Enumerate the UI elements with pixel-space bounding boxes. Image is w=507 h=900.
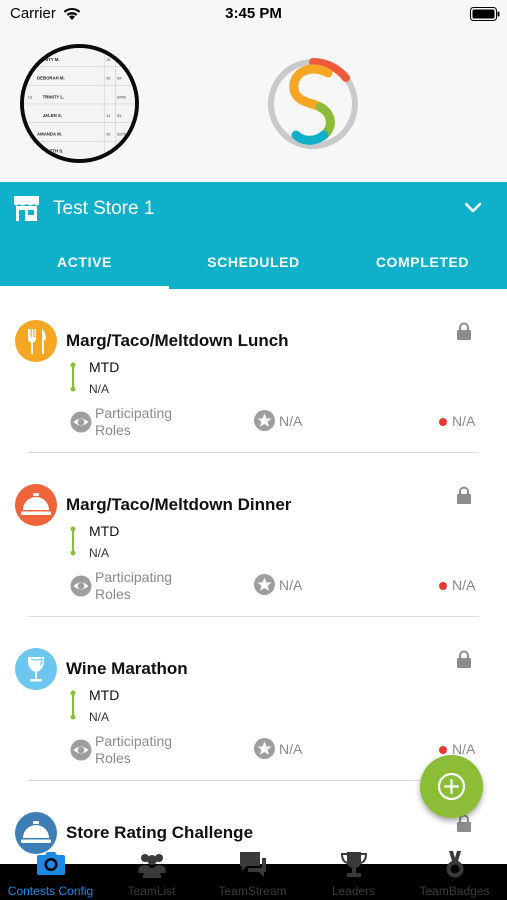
lock-icon <box>457 650 471 668</box>
contest-status: N/A <box>452 577 476 593</box>
nav-label: Leaders <box>331 884 376 898</box>
avatar-row-name: AMANDA M. <box>37 132 62 137</box>
eye-icon <box>70 739 92 761</box>
nav-contests-config[interactable]: Contests Config <box>0 852 101 900</box>
contest-reward: N/A <box>279 413 303 429</box>
contest-item[interactable]: Marg/Taco/Meltdown Lunch MTD N/A Partici… <box>0 289 507 453</box>
avatar-row-name: JALEN S. <box>43 113 62 118</box>
nav-label: TeamBadges <box>419 884 490 898</box>
avatar-row-name: DEBORAH M. <box>37 76 65 81</box>
tab-scheduled[interactable]: SCHEDULED <box>169 236 338 289</box>
brand-logo-icon <box>268 58 358 149</box>
avatar-row-value: $1 <box>117 113 121 118</box>
participating-roles[interactable]: Participating Roles <box>95 733 195 767</box>
status-dot <box>439 582 447 590</box>
contest-reward: N/A <box>279 741 303 757</box>
battery-icon <box>470 7 500 21</box>
contest-period: MTD <box>89 359 120 375</box>
store-name: Test Store 1 <box>53 198 155 219</box>
team-icon <box>138 854 166 878</box>
timeline-icon <box>70 362 76 392</box>
status-dot <box>439 418 447 426</box>
lock-icon <box>457 322 471 340</box>
star-icon <box>254 410 275 431</box>
status-bar: Carrier 3:45 PM <box>0 0 507 30</box>
plus-circle-icon <box>437 772 466 801</box>
avatar-row-value: $1 <box>117 57 121 62</box>
avatar-row-rank: 13 <box>28 94 32 99</box>
avatar-row-rank: 16 <box>106 76 110 81</box>
bottom-nav: Contests Config TeamList TeamStream Lead… <box>0 851 507 900</box>
service-bell-icon <box>15 812 57 854</box>
leaderboard-thumbnail: TRINITY M. DEBORAH M. TRINITY L. JALEN S… <box>24 48 135 159</box>
participating-roles[interactable]: Participating Roles <box>95 569 195 603</box>
store-selector[interactable]: Test Store 1 <box>0 182 507 236</box>
status-dot <box>439 746 447 754</box>
clock: 3:45 PM <box>225 5 282 22</box>
avatar-row-value: $450 <box>117 94 127 99</box>
contest-period: MTD <box>89 523 120 539</box>
avatar-row-name: TRINITY L. <box>43 94 65 99</box>
wine-glass-icon <box>15 648 57 690</box>
contest-title: Wine Marathon <box>66 659 188 678</box>
nav-label: TeamList <box>127 884 176 898</box>
service-bell-icon <box>15 484 57 526</box>
star-icon <box>254 738 275 759</box>
chevron-down-icon[interactable] <box>463 201 483 215</box>
contest-goal: N/A <box>89 710 110 724</box>
avatar[interactable]: TRINITY M. DEBORAH M. TRINITY L. JALEN S… <box>20 44 139 163</box>
contest-reward: N/A <box>279 577 303 593</box>
nav-teamstream[interactable]: TeamStream <box>202 852 303 900</box>
nav-label: Contests Config <box>7 884 94 898</box>
nav-leaders[interactable]: Leaders <box>303 852 404 900</box>
contest-title: Marg/Taco/Meltdown Lunch <box>66 331 289 350</box>
nav-label: TeamStream <box>218 884 287 898</box>
trophy-icon <box>340 852 368 877</box>
contest-title: Marg/Taco/Meltdown Dinner <box>66 495 292 514</box>
contest-goal: N/A <box>89 546 110 560</box>
add-contest-button[interactable] <box>420 755 483 818</box>
timeline-icon <box>70 526 76 556</box>
chat-icon <box>240 852 266 877</box>
avatar-row-name: BETH S. <box>46 148 63 153</box>
utensils-icon <box>15 320 57 362</box>
contest-period: MTD <box>89 687 120 703</box>
participating-roles[interactable]: Participating Roles <box>95 405 195 439</box>
contest-item[interactable]: Wine Marathon MTD N/A Participating Role… <box>0 617 507 781</box>
lock-icon <box>457 486 471 504</box>
star-icon <box>254 574 275 595</box>
contest-title: Store Rating Challenge <box>66 823 254 842</box>
camera-icon <box>37 852 65 875</box>
eye-icon <box>70 575 92 597</box>
tab-completed[interactable]: COMPLETED <box>338 236 507 289</box>
avatar-row-name: TRINITY M. <box>37 57 60 62</box>
badge-icon <box>446 851 464 878</box>
timeline-icon <box>70 690 76 720</box>
contest-tabs: ACTIVE SCHEDULED COMPLETED <box>0 236 507 289</box>
avatar-row-value: $1 <box>117 148 121 153</box>
contest-item[interactable]: Marg/Taco/Meltdown Dinner MTD N/A Partic… <box>0 453 507 617</box>
avatar-row-value: $378 <box>117 132 126 137</box>
contest-goal: N/A <box>89 382 110 396</box>
avatar-row-rank: 16 <box>106 132 110 137</box>
contest-status: N/A <box>452 413 476 429</box>
nav-teambadges[interactable]: TeamBadges <box>404 851 505 900</box>
header: TRINITY M. DEBORAH M. TRINITY L. JALEN S… <box>0 30 507 182</box>
store-icon <box>14 196 39 221</box>
eye-icon <box>70 411 92 433</box>
nav-teamlist[interactable]: TeamList <box>101 854 202 900</box>
tab-active[interactable]: ACTIVE <box>0 236 169 289</box>
